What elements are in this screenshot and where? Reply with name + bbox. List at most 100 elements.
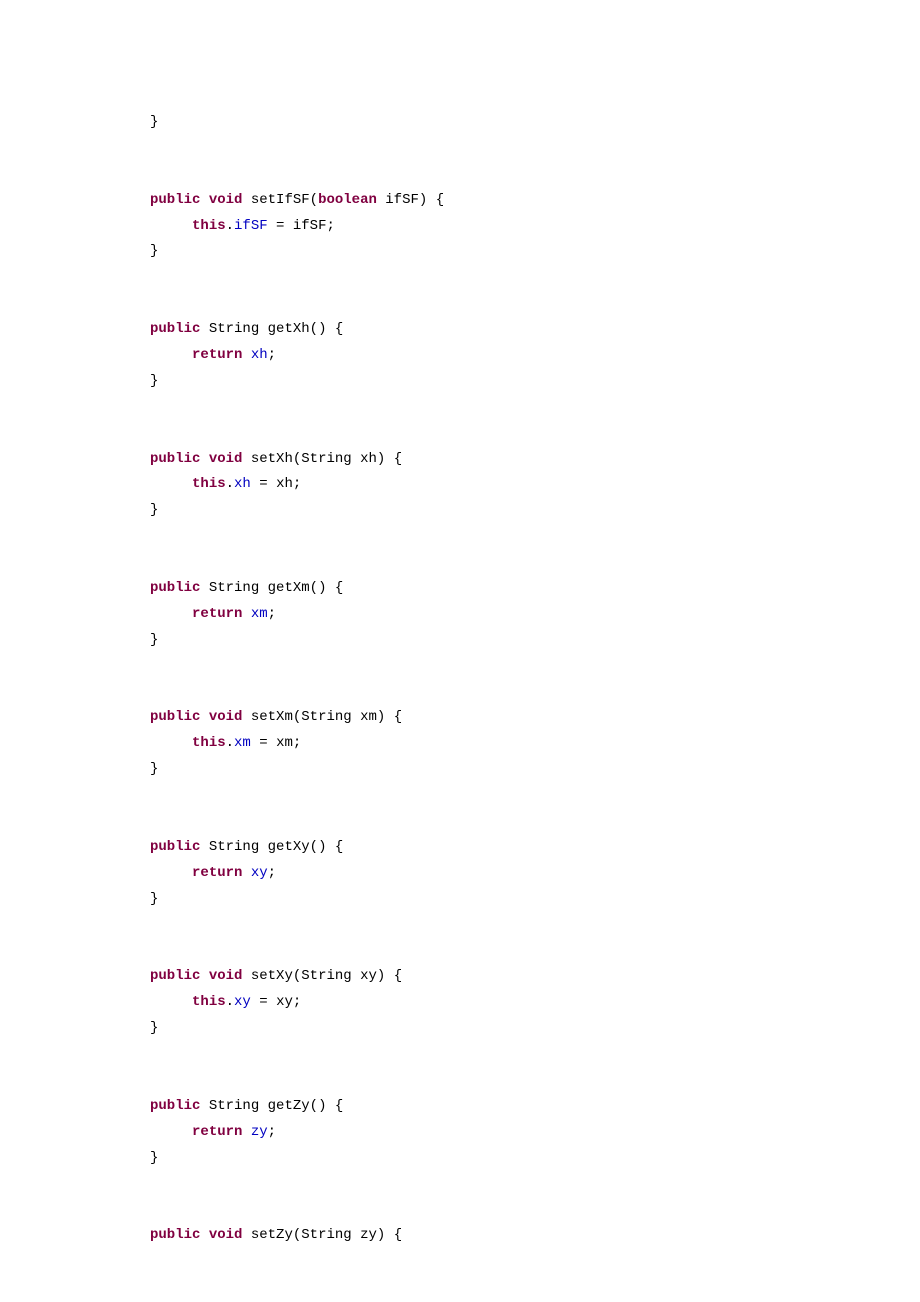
- keyword-public: public: [150, 839, 200, 855]
- rparen: ): [318, 321, 326, 337]
- semi: ;: [293, 735, 301, 751]
- method-name: getXm: [268, 580, 310, 596]
- param-name: xm: [360, 709, 377, 725]
- type-string: String: [209, 1098, 259, 1114]
- field-ref: zy: [251, 1124, 268, 1140]
- method-close-brace: }: [150, 114, 158, 130]
- method-name: setXh: [251, 451, 293, 467]
- assign: =: [251, 994, 276, 1010]
- rbrace: }: [150, 761, 158, 777]
- lparen: (: [293, 968, 301, 984]
- rbrace: }: [150, 373, 158, 389]
- lbrace: {: [394, 1227, 402, 1243]
- semi: ;: [268, 347, 276, 363]
- dot: .: [226, 476, 234, 492]
- lparen: (: [310, 192, 318, 208]
- lparen: (: [310, 580, 318, 596]
- param-ref: xy: [276, 994, 293, 1010]
- method-name: setIfSF: [251, 192, 310, 208]
- lparen: (: [293, 451, 301, 467]
- keyword-void: void: [209, 192, 243, 208]
- code-block: } public void setIfSF(boolean ifSF) { th…: [150, 110, 920, 1249]
- lparen: (: [293, 1227, 301, 1243]
- keyword-this: this: [192, 994, 226, 1010]
- lbrace: {: [394, 451, 402, 467]
- method-name: getXy: [268, 839, 310, 855]
- param-ref: ifSF: [293, 218, 327, 234]
- param-name: zy: [360, 1227, 377, 1243]
- lbrace: {: [335, 580, 343, 596]
- method-name: setXm: [251, 709, 293, 725]
- keyword-return: return: [192, 865, 242, 881]
- semi: ;: [293, 994, 301, 1010]
- lbrace: {: [335, 839, 343, 855]
- keyword-return: return: [192, 1124, 242, 1140]
- field-ref: xh: [251, 347, 268, 363]
- rbrace: }: [150, 1020, 158, 1036]
- keyword-boolean: boolean: [318, 192, 377, 208]
- rparen: ): [318, 580, 326, 596]
- keyword-return: return: [192, 347, 242, 363]
- param-ref: xh: [276, 476, 293, 492]
- field-ref: xy: [234, 994, 251, 1010]
- rparen: ): [419, 192, 427, 208]
- field-ref: xh: [234, 476, 251, 492]
- semi: ;: [268, 606, 276, 622]
- type-string: String: [301, 451, 351, 467]
- keyword-public: public: [150, 968, 200, 984]
- keyword-public: public: [150, 192, 200, 208]
- keyword-public: public: [150, 580, 200, 596]
- keyword-public: public: [150, 709, 200, 725]
- keyword-public: public: [150, 1098, 200, 1114]
- keyword-this: this: [192, 735, 226, 751]
- field-ref: xm: [234, 735, 251, 751]
- lbrace: {: [335, 321, 343, 337]
- assign: =: [251, 735, 276, 751]
- rbrace: }: [150, 632, 158, 648]
- keyword-void: void: [209, 451, 243, 467]
- param-name: xh: [360, 451, 377, 467]
- semi: ;: [268, 1124, 276, 1140]
- method-name: getXh: [268, 321, 310, 337]
- lparen: (: [310, 321, 318, 337]
- type-string: String: [209, 321, 259, 337]
- lparen: (: [310, 839, 318, 855]
- lbrace: {: [335, 1098, 343, 1114]
- code-page: } public void setIfSF(boolean ifSF) { th…: [0, 0, 920, 1302]
- keyword-public: public: [150, 1227, 200, 1243]
- assign: =: [268, 218, 293, 234]
- keyword-public: public: [150, 321, 200, 337]
- method-name: setXy: [251, 968, 293, 984]
- keyword-this: this: [192, 476, 226, 492]
- rbrace: }: [150, 1150, 158, 1166]
- rbrace: }: [150, 243, 158, 259]
- dot: .: [226, 994, 234, 1010]
- rbrace: }: [150, 891, 158, 907]
- dot: .: [226, 218, 234, 234]
- semi: ;: [268, 865, 276, 881]
- rparen: ): [377, 709, 385, 725]
- assign: =: [251, 476, 276, 492]
- type-string: String: [301, 1227, 351, 1243]
- lparen: (: [310, 1098, 318, 1114]
- keyword-void: void: [209, 968, 243, 984]
- lbrace: {: [436, 192, 444, 208]
- type-string: String: [301, 968, 351, 984]
- rparen: ): [377, 451, 385, 467]
- rparen: ): [377, 1227, 385, 1243]
- lbrace: {: [394, 709, 402, 725]
- keyword-void: void: [209, 709, 243, 725]
- param-ref: xm: [276, 735, 293, 751]
- lparen: (: [293, 709, 301, 725]
- field-ref: xm: [251, 606, 268, 622]
- keyword-return: return: [192, 606, 242, 622]
- keyword-void: void: [209, 1227, 243, 1243]
- type-string: String: [209, 839, 259, 855]
- field-ref: xy: [251, 865, 268, 881]
- rparen: ): [377, 968, 385, 984]
- semi: ;: [326, 218, 334, 234]
- type-string: String: [301, 709, 351, 725]
- keyword-public: public: [150, 451, 200, 467]
- rparen: ): [318, 1098, 326, 1114]
- param-name: xy: [360, 968, 377, 984]
